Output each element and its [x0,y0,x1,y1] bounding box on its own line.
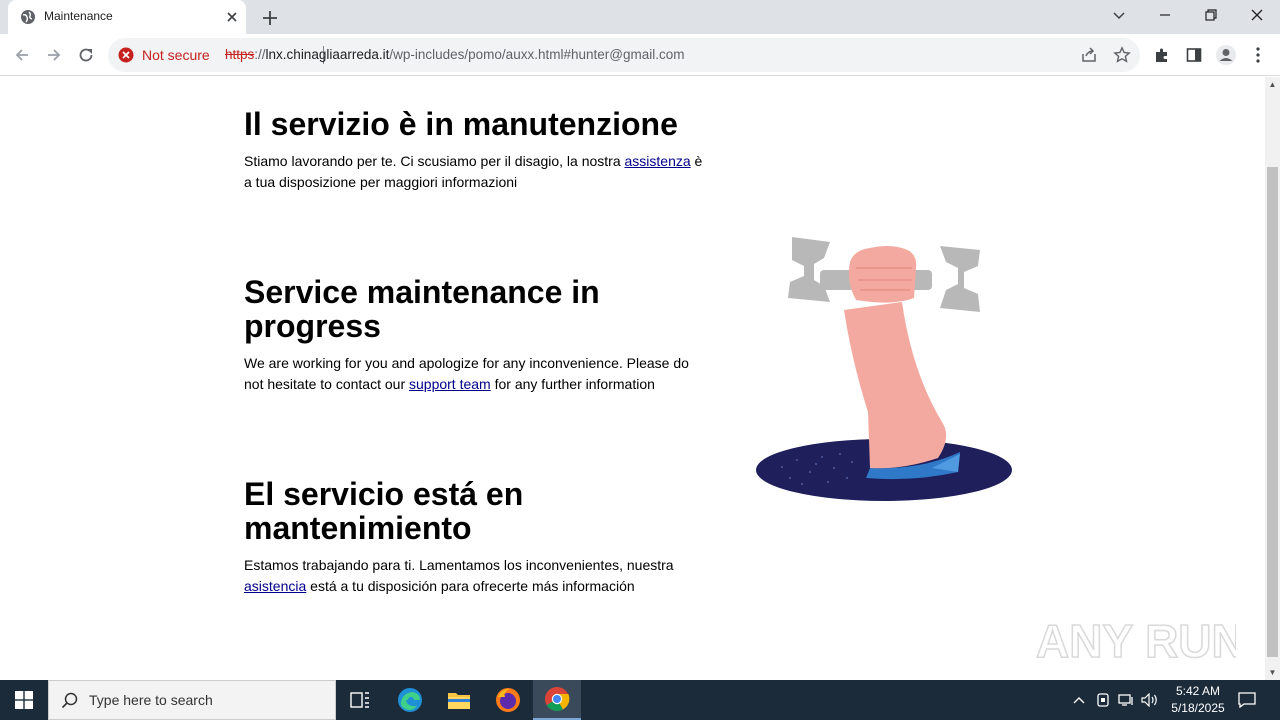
forward-button[interactable] [42,43,66,67]
url-text[interactable]: https://lnx.chinagliaarreda.it/wp-includ… [225,47,684,62]
folder-icon [448,693,470,709]
task-view-button[interactable] [336,680,384,720]
back-button[interactable] [10,43,34,67]
spanish-support-link[interactable]: asistencia [244,578,306,594]
edge-icon [398,688,422,712]
meet-now-button[interactable] [1092,680,1114,720]
arrow-left-icon [15,49,28,61]
english-text: We are working for you and apologize for… [244,353,704,395]
globe-icon [21,10,35,24]
tab-search-button[interactable] [1096,0,1142,30]
network-device-icon [1097,693,1109,707]
chrome-icon [545,687,570,712]
close-icon [1251,9,1263,21]
task-view-icon [350,692,369,708]
kebab-menu-icon [1256,47,1260,63]
address-bar[interactable]: Not secure https://lnx.chinagliaarreda.i… [108,38,1140,72]
url-path: /wp-includes/pomo/auxx.html#hunter@gmail… [389,47,685,62]
firefox-app[interactable] [484,680,532,720]
tab-strip: Maintenance [0,0,1280,34]
anyrun-watermark: ANY RUN [1036,614,1236,668]
scroll-up-arrow[interactable]: ▲ [1265,77,1280,92]
extensions-button[interactable] [1150,43,1174,67]
side-panel-button[interactable] [1182,43,1206,67]
english-text-after: for any further information [490,376,655,392]
italian-section: Il servizio è in manutenzione Stiamo lav… [244,107,714,193]
bookmark-star-icon[interactable] [1113,46,1131,64]
spanish-text-before: Estamos trabajando para ti. Lamentamos l… [244,557,674,573]
tab-title: Maintenance [44,9,113,23]
browser-toolbar: Not secure https://lnx.chinagliaarreda.i… [0,34,1280,76]
clock-time: 5:42 AM [1175,684,1221,698]
english-support-link[interactable]: support team [409,376,491,392]
watermark-text: ANY RUN [1036,615,1236,667]
english-heading: Service maintenance in progress [244,274,600,344]
spanish-heading: El servicio está en mantenimiento [244,476,524,546]
clock-date: 5/18/2025 [1171,701,1225,715]
italian-text-before: Stiamo lavorando per te. Ci scusiamo per… [244,153,625,169]
scroll-down-arrow[interactable]: ▼ [1265,665,1280,680]
chevron-up-icon [1073,697,1085,704]
notification-icon [1238,692,1256,708]
puzzle-icon [1156,48,1167,62]
italian-text: Stiamo lavorando per te. Ci scusiamo per… [244,151,714,193]
search-placeholder: Type here to search [89,692,213,708]
profile-button[interactable] [1214,43,1238,67]
restore-icon [1205,9,1217,21]
notification-button[interactable] [1236,680,1258,720]
italian-heading: Il servizio è in manutenzione [244,106,678,142]
firefox-icon [496,688,520,712]
url-scheme: https [225,47,255,62]
italian-support-link[interactable]: assistenza [625,153,691,169]
close-window-button[interactable] [1234,0,1280,30]
edge-app[interactable] [386,680,434,720]
network-icon [1118,694,1133,706]
reload-icon [79,48,93,62]
close-icon[interactable] [224,9,240,25]
network-button[interactable] [1115,680,1137,720]
side-panel-icon [1186,48,1202,62]
taskbar-search-box[interactable]: Type here to search [48,680,336,720]
spanish-text: Estamos trabajando para ti. Lamentamos l… [244,555,694,597]
system-clock[interactable]: 5:42 AM 5/18/2025 [1160,683,1236,717]
new-tab-icon[interactable] [260,8,280,28]
page-viewport: Il servizio è in manutenzione Stiamo lav… [0,77,1280,680]
start-button[interactable] [0,680,48,720]
vertical-scrollbar[interactable]: ▲ ▼ [1265,77,1280,680]
english-section: Service maintenance in progress We are w… [244,275,714,395]
windows-taskbar: Type here to search 5:42 AM 5/18/2025 [0,680,1280,720]
search-icon [61,692,78,709]
spanish-text-after: está a tu disposición para ofrecerte más… [306,578,635,594]
chrome-app[interactable] [533,680,581,720]
restore-button[interactable] [1188,0,1234,30]
chevron-down-icon [1113,12,1125,20]
not-secure-icon[interactable] [118,47,134,63]
security-label[interactable]: Not secure [142,47,210,63]
avatar-icon [1216,45,1236,65]
url-host: lnx.chinagliaarreda.it [265,47,390,62]
tab-maintenance[interactable]: Maintenance [8,0,246,34]
scroll-thumb[interactable] [1267,167,1278,657]
spanish-section: El servicio está en mantenimiento Estamo… [244,477,714,597]
url-separator: :// [254,47,266,62]
windows-logo-icon [15,691,33,709]
share-icon[interactable] [1080,46,1098,64]
file-explorer-app[interactable] [435,680,483,720]
speaker-icon [1141,693,1157,707]
volume-button[interactable] [1138,680,1162,720]
arrow-right-icon [48,49,61,61]
menu-button[interactable] [1246,43,1270,67]
reload-button[interactable] [74,43,98,67]
minimize-button[interactable] [1142,0,1188,30]
show-hidden-icons-button[interactable] [1068,680,1090,720]
maintenance-illustration [756,237,1012,501]
minimize-icon [1160,14,1170,16]
